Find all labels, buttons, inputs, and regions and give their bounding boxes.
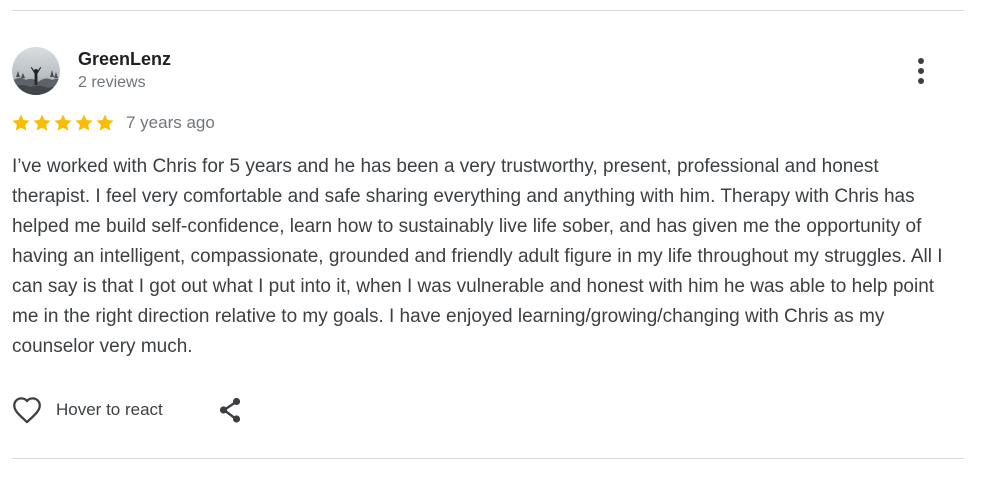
star-rating [11, 113, 116, 133]
more-vert-icon-dot [918, 78, 924, 84]
react-label: Hover to react [56, 400, 163, 419]
star-icon [33, 114, 51, 131]
more-vert-icon-dot [918, 68, 924, 74]
star-icon [12, 114, 30, 131]
review-text: I’ve worked with Chris for 5 years and h… [12, 156, 943, 357]
react-button[interactable]: Hover to react [10, 393, 163, 427]
reviewer-review-count: 2 reviews [78, 74, 146, 91]
top-divider [12, 10, 964, 11]
bottom-divider [12, 458, 964, 459]
avatar[interactable] [12, 47, 60, 95]
star-icon [96, 114, 114, 131]
rating-row: 7 years ago [11, 111, 215, 135]
review-date: 7 years ago [126, 113, 215, 132]
star-icon [54, 114, 72, 131]
share-icon [219, 397, 241, 423]
heart-icon [13, 397, 41, 424]
more-vert-icon [918, 58, 924, 64]
reviewer-name[interactable]: GreenLenz [78, 48, 171, 70]
share-button[interactable] [214, 394, 246, 426]
star-icon [75, 114, 93, 131]
avatar-photo [12, 47, 60, 95]
more-options-button[interactable] [906, 54, 936, 88]
